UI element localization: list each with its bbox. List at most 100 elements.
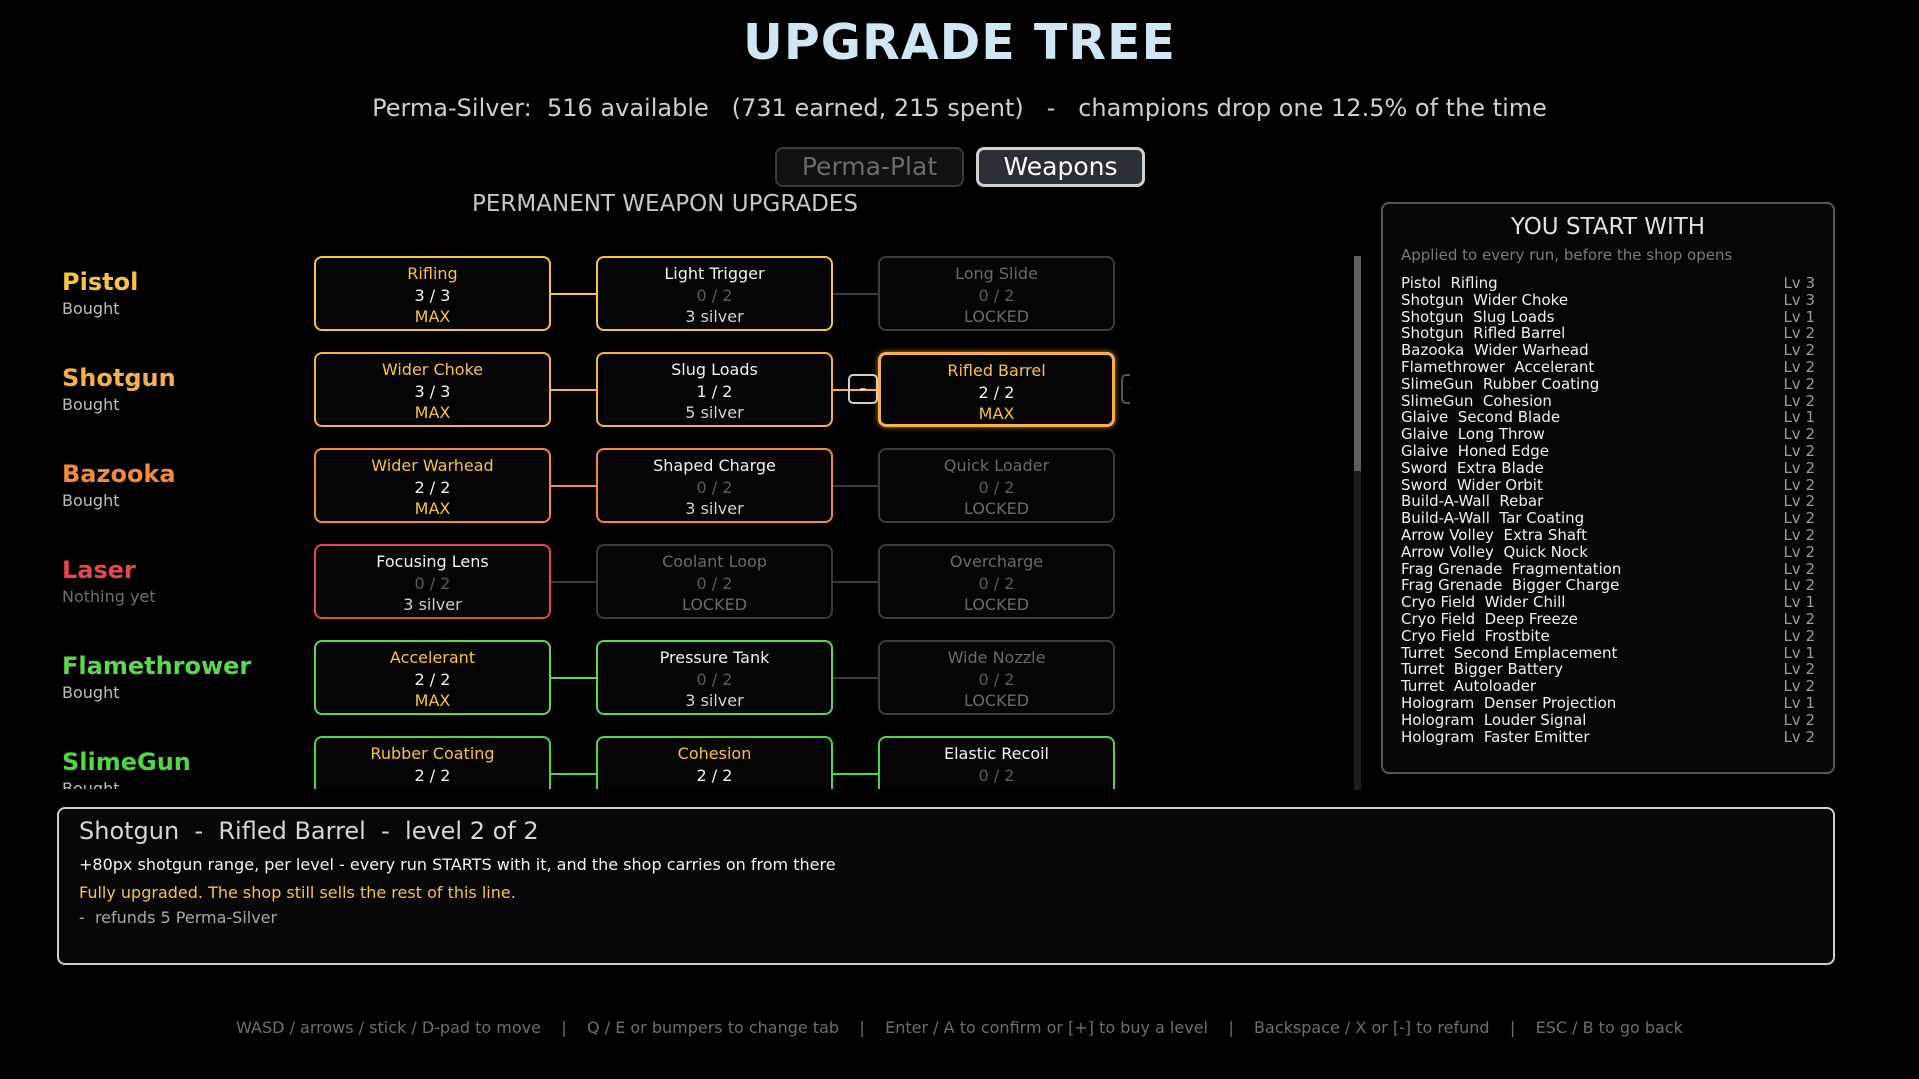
weapon-status: Bought [62, 491, 120, 510]
upgrade-connector [833, 292, 878, 295]
start-item: Arrow Volley Extra Shaft Lv 2 [1401, 527, 1815, 544]
upgrade-level: 0 / 2 [978, 670, 1015, 689]
weapon-status: Bought [62, 299, 120, 318]
start-item-level: Lv 2 [1783, 475, 1815, 494]
tab-perma-plat[interactable]: Perma-Plat [775, 147, 964, 187]
weapon-status: Nothing yet [62, 587, 156, 606]
weapon-name-laser[interactable]: Laser [62, 556, 136, 584]
upgrade-name: Wider Choke [381, 360, 484, 379]
start-item-label: Shotgun Rifled Barrel [1401, 324, 1566, 343]
buy-level-button[interactable]: + [1121, 374, 1130, 404]
start-item-label: Glaive Long Throw [1401, 425, 1545, 444]
upgrade-node[interactable]: Focusing Lens 0 / 2 3 silver [314, 544, 551, 619]
upgrade-node[interactable]: Pressure Tank 0 / 2 3 silver [596, 640, 833, 715]
upgrade-level: 0 / 2 [414, 574, 451, 593]
upgrade-node[interactable]: Wide Nozzle 0 / 2 LOCKED [878, 640, 1115, 715]
weapon-name-pistol[interactable]: Pistol [62, 268, 138, 296]
start-item-label: Turret Autoloader [1401, 677, 1537, 696]
weapon-name-bazooka[interactable]: Bazooka [62, 460, 176, 488]
start-item-level: Lv 2 [1783, 710, 1815, 729]
start-item: Hologram Louder Signal Lv 2 [1401, 710, 1815, 729]
tab-weapons[interactable]: Weapons [976, 147, 1145, 187]
start-item-label: Glaive Honed Edge [1401, 441, 1550, 460]
start-with-subtitle: Applied to every run, before the shop op… [1401, 246, 1733, 264]
refund-level-button[interactable]: - [848, 374, 878, 404]
upgrade-name: Long Slide [955, 264, 1038, 283]
upgrade-name: Rifled Barrel [947, 361, 1046, 380]
upgrade-name: Wide Nozzle [947, 648, 1046, 667]
start-item: Shotgun Wider Choke Lv 3 [1401, 291, 1815, 309]
start-item-label: Arrow Volley Extra Shaft [1401, 525, 1587, 544]
start-item-level: Lv 2 [1783, 341, 1815, 360]
start-item: Frag Grenade Bigger Charge Lv 2 [1401, 577, 1815, 594]
upgrade-node[interactable]: Cohesion 2 / 2 MAX [596, 736, 833, 789]
start-item-level: Lv 2 [1783, 660, 1815, 679]
start-item-level: Lv 2 [1783, 458, 1815, 477]
start-item-label: Sword Wider Orbit [1401, 475, 1543, 494]
start-item: Turret Bigger Battery Lv 2 [1401, 661, 1815, 678]
start-item: Shotgun Rifled Barrel Lv 2 [1401, 325, 1815, 342]
upgrade-level: 0 / 2 [978, 766, 1015, 785]
start-with-title: YOU START WITH [1510, 214, 1706, 240]
upgrade-connector [833, 580, 878, 583]
info-title: Shotgun - Rifled Barrel - level 2 of 2 [79, 817, 539, 845]
start-item: Turret Second Emplacement Lv 1 [1401, 643, 1815, 662]
upgrade-state: 3 silver [403, 595, 462, 614]
upgrade-level: 0 / 2 [978, 286, 1015, 305]
upgrade-state: LOCKED [963, 307, 1030, 326]
upgrade-level: 0 / 2 [696, 286, 733, 305]
info-refund: - refunds 5 Perma-Silver [79, 908, 278, 927]
upgrade-node[interactable]: Rifling 3 / 3 MAX [314, 256, 551, 331]
start-item: Glaive Long Throw Lv 2 [1401, 426, 1815, 443]
upgrade-connector [551, 772, 596, 775]
upgrade-name: Overcharge [949, 552, 1044, 571]
upgrade-state: 3 silver [685, 499, 744, 518]
upgrade-state: MAX [316, 787, 549, 789]
start-item: Cryo Field Wider Chill Lv 1 [1401, 594, 1815, 611]
upgrade-node[interactable]: Quick Loader 0 / 2 LOCKED [878, 448, 1115, 523]
upgrade-node[interactable]: Wider Choke 3 / 3 MAX [314, 352, 551, 427]
upgrade-state: MAX [598, 787, 831, 789]
upgrade-node[interactable]: Rubber Coating 2 / 2 MAX [314, 736, 551, 789]
start-item-label: Turret Bigger Battery [1401, 660, 1563, 679]
upgrade-node[interactable]: Accelerant 2 / 2 MAX [314, 640, 551, 715]
info-description: +80px shotgun range, per level - every r… [79, 855, 836, 874]
upgrade-node[interactable]: Slug Loads 1 / 2 5 silver [596, 352, 833, 427]
start-item-label: Build-A-Wall Tar Coating [1401, 509, 1585, 528]
upgrade-state: LOCKED [963, 691, 1030, 710]
start-item-level: Lv 2 [1783, 357, 1815, 376]
upgrade-node[interactable]: Light Trigger 0 / 2 3 silver [596, 256, 833, 331]
start-item: Build-A-Wall Tar Coating Lv 2 [1401, 510, 1815, 527]
upgrade-node[interactable]: Wider Warhead 2 / 2 MAX [314, 448, 551, 523]
start-item-level: Lv 2 [1783, 391, 1815, 410]
start-item: Sword Extra Blade Lv 2 [1401, 458, 1815, 477]
upgrade-name: Rubber Coating [370, 744, 495, 763]
upgrade-node[interactable]: Elastic Recoil 0 / 2 [878, 736, 1115, 789]
upgrade-node[interactable]: Overcharge 0 / 2 LOCKED [878, 544, 1115, 619]
start-item-level: Lv 3 [1783, 274, 1815, 292]
weapon-status: Bought [62, 779, 120, 789]
weapon-status: Bought [62, 683, 120, 702]
upgrade-node[interactable]: Coolant Loop 0 / 2 LOCKED [596, 544, 833, 619]
start-item: Build-A-Wall Rebar Lv 2 [1401, 493, 1815, 510]
upgrade-name: Pressure Tank [659, 648, 770, 667]
start-item-level: Lv 1 [1783, 643, 1815, 662]
weapon-name-slimegun[interactable]: SlimeGun [62, 748, 191, 776]
start-item-level: Lv 2 [1783, 525, 1815, 544]
weapon-name-flamethrower[interactable]: Flamethrower [62, 652, 251, 680]
upgrade-node[interactable]: Rifled Barrel 2 / 2 MAX [878, 352, 1115, 427]
start-item: Cryo Field Deep Freeze Lv 2 [1401, 611, 1815, 628]
start-item-label: Bazooka Wider Warhead [1401, 341, 1589, 360]
tree-scrollbar-thumb[interactable] [1354, 256, 1361, 471]
start-item-label: Turret Second Emplacement [1401, 643, 1618, 662]
weapon-name-shotgun[interactable]: Shotgun [62, 364, 176, 392]
start-item-label: Cryo Field Wider Chill [1401, 593, 1566, 612]
upgrade-name: Slug Loads [671, 360, 758, 379]
upgrade-node[interactable]: Shaped Charge 0 / 2 3 silver [596, 448, 833, 523]
start-item-level: Lv 2 [1783, 542, 1815, 561]
upgrade-level: 0 / 2 [696, 574, 733, 593]
upgrade-node[interactable]: Long Slide 0 / 2 LOCKED [878, 256, 1115, 331]
start-item: Glaive Second Blade Lv 1 [1401, 409, 1815, 426]
start-item-level: Lv 2 [1783, 324, 1815, 343]
upgrade-level: 1 / 2 [696, 382, 733, 401]
